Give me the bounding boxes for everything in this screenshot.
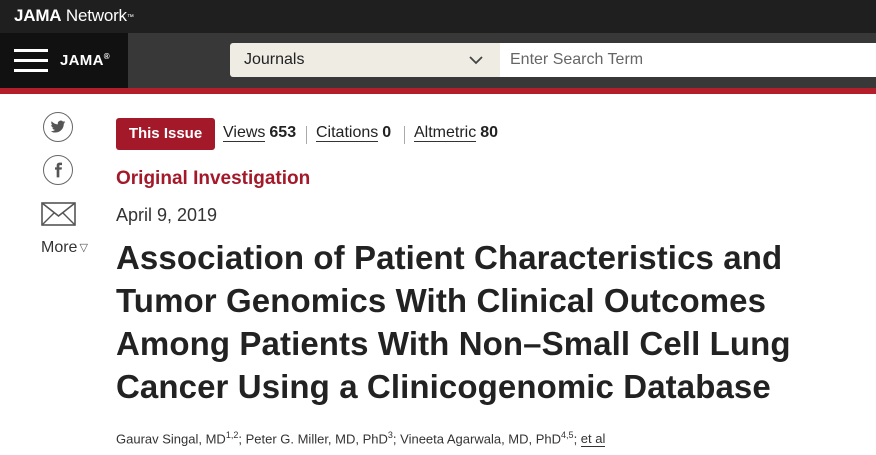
author-list: Gaurav Singal, MD1,2; Peter G. Miller, M… bbox=[116, 430, 606, 448]
citations-metric[interactable]: Citations 0 bbox=[316, 124, 391, 142]
author-name[interactable]: Vineeta Agarwala, MD, PhD bbox=[400, 431, 561, 446]
article-title: Association of Patient Characteristics a… bbox=[116, 239, 791, 405]
author-name[interactable]: Peter G. Miller, MD, PhD bbox=[246, 431, 388, 446]
share-column: More ▽ bbox=[0, 94, 100, 455]
citations-value: 0 bbox=[382, 124, 392, 141]
journals-dropdown[interactable]: Journals bbox=[230, 43, 500, 77]
brand-block: JAMA® bbox=[0, 33, 128, 88]
altmetric-metric[interactable]: Altmetric 80 bbox=[414, 124, 498, 142]
et-al-link[interactable]: et al bbox=[580, 431, 606, 448]
author-affiliation: 3 bbox=[387, 430, 393, 440]
altmetric-label: Altmetric bbox=[414, 124, 477, 142]
publication-date: April 9, 2019 bbox=[116, 205, 218, 225]
metric-divider bbox=[404, 126, 405, 144]
twitter-icon bbox=[50, 120, 66, 133]
more-share-options[interactable]: More ▽ bbox=[41, 239, 88, 257]
views-label: Views bbox=[223, 124, 266, 142]
facebook-share-button[interactable] bbox=[43, 155, 73, 185]
author-name[interactable]: Gaurav Singal, MD bbox=[116, 431, 226, 446]
author-affiliation: 1,2 bbox=[225, 430, 239, 440]
triangle-down-icon: ▽ bbox=[79, 242, 88, 254]
journals-dropdown-label: Journals bbox=[244, 51, 305, 68]
citations-label: Citations bbox=[316, 124, 379, 142]
altmetric-value: 80 bbox=[480, 124, 499, 141]
network-bar: JAMA Network™ bbox=[0, 0, 876, 33]
journal-header: JAMA® Journals bbox=[0, 33, 876, 88]
registered-mark: ® bbox=[103, 52, 110, 61]
chevron-down-icon bbox=[469, 56, 483, 65]
facebook-icon bbox=[55, 162, 62, 178]
header-red-rule bbox=[0, 88, 876, 94]
views-metric[interactable]: Views 653 bbox=[223, 124, 296, 142]
email-icon[interactable] bbox=[41, 202, 76, 226]
views-value: 653 bbox=[269, 124, 297, 141]
article-type[interactable]: Original Investigation bbox=[116, 168, 310, 190]
twitter-share-button[interactable] bbox=[43, 112, 73, 142]
journal-brand-label: JAMA bbox=[60, 52, 104, 69]
menu-icon[interactable] bbox=[14, 48, 48, 72]
journal-brand[interactable]: JAMA® bbox=[60, 52, 110, 69]
jama-network-logo[interactable]: JAMA Network™ bbox=[14, 6, 134, 26]
network-logo-brand: JAMA bbox=[14, 6, 62, 25]
more-label: More bbox=[41, 239, 78, 256]
search-input[interactable] bbox=[500, 43, 876, 77]
author-affiliation: 4,5 bbox=[561, 430, 574, 440]
metric-divider bbox=[306, 126, 307, 144]
this-issue-button[interactable]: This Issue bbox=[116, 118, 215, 150]
trademark-mark: ™ bbox=[126, 14, 134, 21]
network-logo-suffix: Network bbox=[65, 6, 127, 25]
